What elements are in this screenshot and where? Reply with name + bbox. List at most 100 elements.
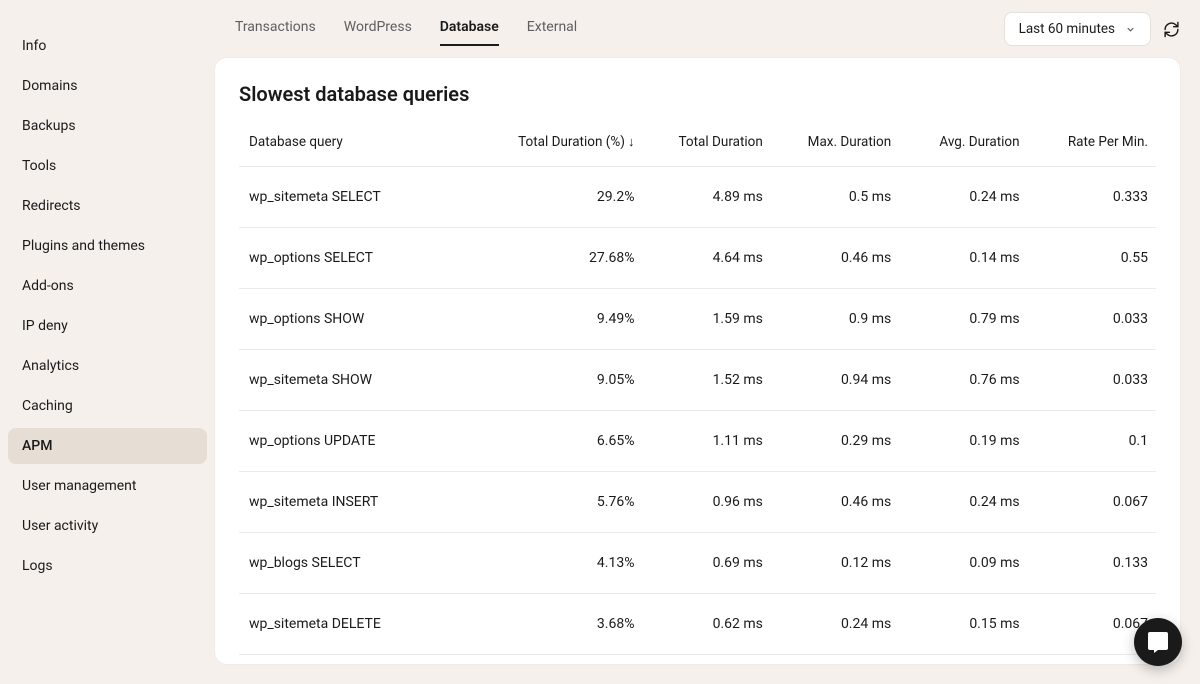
cell-rate: 0.1 [1028,411,1156,472]
sidebar-item-tools[interactable]: Tools [8,148,207,184]
table-row[interactable]: wp_options UPDATE6.65%1.11 ms0.29 ms0.19… [239,411,1156,472]
tab-wordpress[interactable]: WordPress [344,13,412,45]
sidebar-item-plugins-themes[interactable]: Plugins and themes [8,228,207,264]
sidebar-item-analytics[interactable]: Analytics [8,348,207,384]
sidebar-item-label: Caching [22,398,73,414]
cell-total-duration: 0.62 ms [642,594,770,655]
cell-rate: 0.133 [1028,533,1156,594]
cell-total-pct: 27.68% [496,228,643,289]
cell-total-pct: 6.65% [496,411,643,472]
sidebar-item-caching[interactable]: Caching [8,388,207,424]
sidebar-item-label: APM [22,438,52,454]
tab-label: External [527,19,577,35]
sidebar-item-label: Logs [22,558,53,574]
cell-rate: 0.033 [1028,289,1156,350]
table-row[interactable]: wp_sitemeta INSERT5.76%0.96 ms0.46 ms0.2… [239,472,1156,533]
tab-database[interactable]: Database [440,13,499,45]
tab-label: Database [440,19,499,35]
table-row[interactable]: wp_sitemeta SHOW9.05%1.52 ms0.94 ms0.76 … [239,350,1156,411]
cell-query: wp_options SELECT [239,228,496,289]
cell-total-duration: 4.64 ms [642,228,770,289]
col-header-total-pct[interactable]: Total Duration (%)↓ [496,124,643,167]
cell-avg-duration: 0.24 ms [899,167,1027,228]
sidebar-item-label: Redirects [22,198,81,214]
sidebar-item-addons[interactable]: Add-ons [8,268,207,304]
tab-transactions[interactable]: Transactions [235,13,316,45]
cell-total-duration: 0.69 ms [642,533,770,594]
cell-query: wp_sitemeta SHOW [239,350,496,411]
sidebar-item-apm[interactable]: APM [8,428,207,464]
cell-total-duration: 1.59 ms [642,289,770,350]
sidebar-item-label: IP deny [22,318,68,334]
table-row[interactable]: wp_sitemeta DELETE3.68%0.62 ms0.24 ms0.1… [239,594,1156,655]
chevron-down-icon [1125,24,1136,35]
sidebar-item-domains[interactable]: Domains [8,68,207,104]
cell-total-pct: 4.13% [496,533,643,594]
col-header-avg-duration[interactable]: Avg. Duration [899,124,1027,167]
sort-arrow-icon: ↓ [628,135,635,150]
sidebar-item-logs[interactable]: Logs [8,548,207,584]
cell-max-duration: 0.3 ms [771,655,899,665]
col-header-total-duration[interactable]: Total Duration [642,124,770,167]
time-range-label: Last 60 minutes [1019,21,1115,37]
table-row[interactable]: wp_options INSERT2.9%0.49 ms0.3 ms0.24 m… [239,655,1156,665]
table-row[interactable]: wp_sitemeta SELECT29.2%4.89 ms0.5 ms0.24… [239,167,1156,228]
table-wrapper[interactable]: Database query Total Duration (%)↓ Total… [215,124,1180,664]
topbar: Transactions WordPress Database External… [215,4,1200,58]
sidebar-item-label: Plugins and themes [22,238,145,254]
sidebar-item-backups[interactable]: Backups [8,108,207,144]
cell-total-duration: 1.52 ms [642,350,770,411]
cell-total-pct: 5.76% [496,472,643,533]
cell-avg-duration: 0.15 ms [899,594,1027,655]
cell-total-duration: 0.49 ms [642,655,770,665]
sidebar: Info Domains Backups Tools Redirects Plu… [0,0,215,684]
table-row[interactable]: wp_blogs SELECT4.13%0.69 ms0.12 ms0.09 m… [239,533,1156,594]
card-title: Slowest database queries [215,82,1180,124]
cell-avg-duration: 0.24 ms [899,472,1027,533]
cell-rate: 0.067 [1028,472,1156,533]
cell-total-pct: 9.05% [496,350,643,411]
tab-external[interactable]: External [527,13,577,45]
col-header-query[interactable]: Database query [239,124,496,167]
sidebar-item-user-management[interactable]: User management [8,468,207,504]
sidebar-item-label: Backups [22,118,76,134]
cell-query: wp_blogs SELECT [239,533,496,594]
cell-query: wp_options INSERT [239,655,496,665]
cell-max-duration: 0.46 ms [771,228,899,289]
table-row[interactable]: wp_options SHOW9.49%1.59 ms0.9 ms0.79 ms… [239,289,1156,350]
chat-icon [1146,630,1170,654]
tabs: Transactions WordPress Database External [235,13,577,45]
cell-max-duration: 0.12 ms [771,533,899,594]
sidebar-item-label: Tools [22,158,56,174]
table-row[interactable]: wp_options SELECT27.68%4.64 ms0.46 ms0.1… [239,228,1156,289]
cell-rate: 0.333 [1028,167,1156,228]
cell-max-duration: 0.9 ms [771,289,899,350]
time-range-select[interactable]: Last 60 minutes [1004,12,1151,46]
col-header-max-duration[interactable]: Max. Duration [771,124,899,167]
cell-total-pct: 2.9% [496,655,643,665]
cell-total-pct: 3.68% [496,594,643,655]
refresh-icon[interactable] [1163,21,1180,38]
cell-total-duration: 4.89 ms [642,167,770,228]
sidebar-item-label: User management [22,478,136,494]
cell-query: wp_sitemeta DELETE [239,594,496,655]
sidebar-item-ip-deny[interactable]: IP deny [8,308,207,344]
cell-avg-duration: 0.14 ms [899,228,1027,289]
chat-fab[interactable] [1134,618,1182,666]
sidebar-item-label: Analytics [22,358,79,374]
sidebar-item-label: Add-ons [22,278,74,294]
cell-rate: 0.033 [1028,655,1156,665]
cell-max-duration: 0.94 ms [771,350,899,411]
tab-label: WordPress [344,19,412,35]
main-content: Transactions WordPress Database External… [215,0,1200,684]
col-header-rate[interactable]: Rate Per Min. [1028,124,1156,167]
sidebar-item-user-activity[interactable]: User activity [8,508,207,544]
cell-total-pct: 29.2% [496,167,643,228]
sidebar-item-redirects[interactable]: Redirects [8,188,207,224]
queries-table: Database query Total Duration (%)↓ Total… [239,124,1156,664]
sidebar-item-info[interactable]: Info [8,28,207,64]
cell-query: wp_options UPDATE [239,411,496,472]
queries-card: Slowest database queries Database query … [215,58,1180,664]
cell-max-duration: 0.5 ms [771,167,899,228]
cell-avg-duration: 0.09 ms [899,533,1027,594]
